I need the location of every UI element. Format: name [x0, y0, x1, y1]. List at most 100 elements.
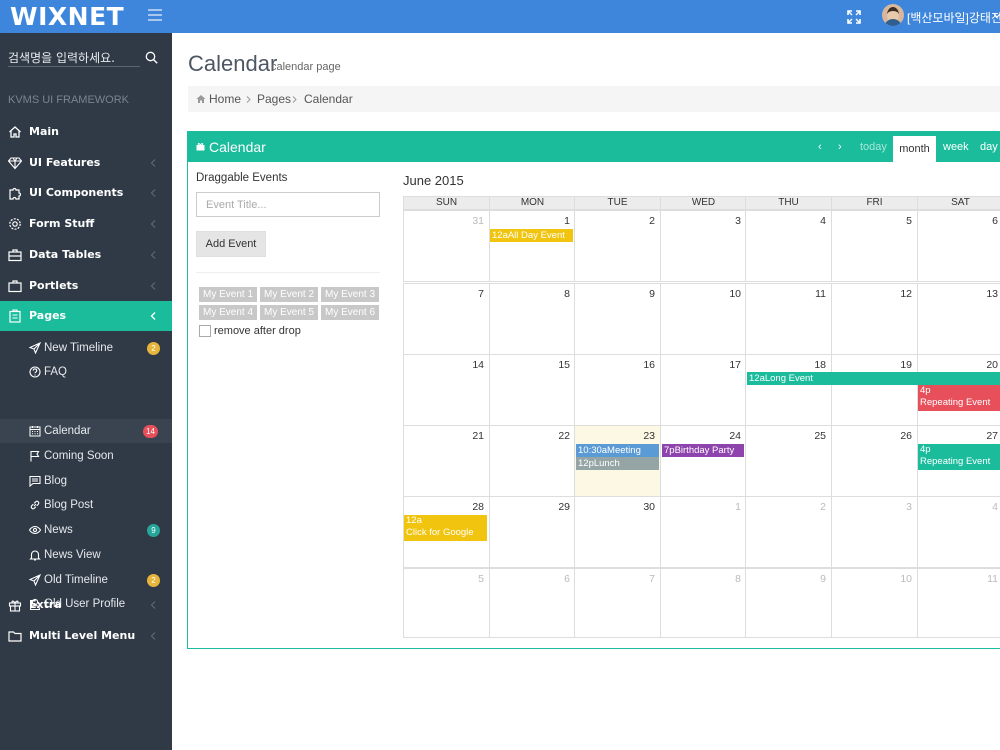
calendar-day-cell[interactable]: 14 [403, 354, 490, 426]
calendar-day-cell[interactable]: 8 [489, 283, 576, 355]
calendar-day-cell[interactable]: 9 [745, 568, 832, 638]
sidebar-subitem-calendar[interactable]: Calendar 14 [0, 419, 172, 443]
sidebar-item-portlets[interactable]: Portlets [0, 271, 172, 301]
sidebar-item-multi-level-menu[interactable]: Multi Level Menu [0, 621, 172, 651]
external-event[interactable]: My Event 2 [260, 287, 319, 302]
sidebar-item-extra[interactable]: Extra [0, 590, 172, 620]
calendar-day-cell[interactable]: 8 [660, 568, 747, 638]
sidebar-subitem-blog-post[interactable]: Blog Post [0, 493, 172, 517]
calendar-day-cell[interactable]: 15 [489, 354, 576, 426]
calendar-day-cell[interactable]: 3 [660, 210, 747, 282]
day-view-button[interactable]: day [980, 132, 998, 162]
brand-logo[interactable]: WIXNET [10, 2, 124, 31]
day-number: 9 [820, 573, 826, 585]
add-event-button[interactable]: Add Event [196, 231, 266, 257]
calendar-day-cell[interactable]: 2 [745, 496, 832, 568]
remove-after-drop-checkbox[interactable] [199, 325, 211, 337]
sidebar-subitem-new-timeline[interactable]: New Timeline 2 [0, 336, 172, 360]
breadcrumb-pages-link[interactable]: Pages [257, 92, 291, 106]
calendar-event[interactable]: 12aAll Day Event [490, 229, 573, 242]
search-icon[interactable] [145, 51, 158, 64]
search-input[interactable] [8, 49, 140, 67]
calendar-day-cell[interactable]: 2 [574, 210, 661, 282]
calendar-day-cell[interactable]: 18 [745, 354, 832, 426]
next-month-button[interactable]: › [838, 132, 852, 162]
sidebar-subitem-news[interactable]: News 9 [0, 518, 172, 542]
sidebar-subitem-news-view[interactable]: News View [0, 543, 172, 567]
calendar-event[interactable]: 10:30aMeeting [576, 444, 659, 457]
sidebar-subitem-blog[interactable]: Blog [0, 469, 172, 493]
external-event[interactable]: My Event 1 [199, 287, 258, 302]
sidebar-subitem-old-timeline[interactable]: Old Timeline 2 [0, 568, 172, 592]
count-badge: 2 [147, 342, 160, 355]
chevron-right-icon [246, 96, 251, 103]
calendar-day-cell[interactable]: 7 [574, 568, 661, 638]
remove-after-drop-label: remove after drop [214, 325, 301, 337]
prev-month-button[interactable]: ‹ [818, 132, 832, 162]
sidebar-subitem-coming-soon[interactable]: Coming Soon [0, 444, 172, 468]
day-number: 25 [814, 430, 826, 442]
calendar-event[interactable]: 12a Click for Google [404, 515, 487, 541]
day-number: 2 [649, 215, 655, 227]
sidebar-subitem-label: News [44, 524, 73, 536]
calendar-day-cell[interactable]: 31 [403, 210, 490, 282]
calendar-day-cell[interactable]: 11 [745, 283, 832, 355]
calendar-day-cell[interactable]: 11 [917, 568, 1000, 638]
calendar-day-cell[interactable]: 25 [745, 425, 832, 497]
calendar-day-cell[interactable]: 7 [403, 283, 490, 355]
calendar-day-cell[interactable]: 24 [660, 425, 747, 497]
calendar-day-cell[interactable]: 5 [831, 210, 918, 282]
chevron-down-icon[interactable] [994, 13, 1000, 19]
day-number: 16 [643, 359, 655, 371]
breadcrumb-home-link[interactable]: Home [209, 92, 241, 106]
calendar-day-cell[interactable]: 30 [574, 496, 661, 568]
calendar-event[interactable]: 4p Repeating Event [918, 444, 1000, 470]
calendar-event[interactable]: 12aLong Event [747, 372, 1000, 385]
calendar-day-cell[interactable]: 13 [917, 283, 1000, 355]
menu-toggle-icon[interactable] [148, 9, 162, 21]
month-view-button[interactable]: month [893, 136, 936, 162]
calendar-day-cell[interactable]: 19 [831, 354, 918, 426]
calendar-day-cell[interactable]: 9 [574, 283, 661, 355]
calendar-event[interactable]: 12pLunch [576, 457, 659, 470]
calendar-day-cell[interactable]: 5 [403, 568, 490, 638]
week-view-button[interactable]: week [943, 132, 969, 162]
user-name[interactable]: [백산모바일]강태진 [907, 9, 1000, 26]
external-event[interactable]: My Event 4 [199, 305, 258, 320]
calendar-day-cell[interactable]: 10 [660, 283, 747, 355]
sidebar-item-data-tables[interactable]: Data Tables [0, 240, 172, 270]
sidebar-subitem-faq[interactable]: FAQ [0, 360, 172, 384]
external-event[interactable]: My Event 6 [321, 305, 380, 320]
sidebar-item-ui-features[interactable]: UI Features [0, 148, 172, 178]
sidebar-item-pages[interactable]: Pages [0, 301, 172, 331]
sidebar-item-main[interactable]: Main [0, 117, 172, 147]
calendar-day-cell[interactable]: 6 [917, 210, 1000, 282]
calendar-day-cell[interactable]: 10 [831, 568, 918, 638]
calendar-event[interactable]: 7pBirthday Party [662, 444, 744, 457]
calendar-day-cell[interactable]: 16 [574, 354, 661, 426]
sidebar-item-form-stuff[interactable]: Form Stuff [0, 209, 172, 239]
calendar-day-cell[interactable]: 4 [745, 210, 832, 282]
calendar-day-cell[interactable]: 1 [660, 496, 747, 568]
today-button[interactable]: today [860, 132, 887, 162]
calendar-day-cell[interactable]: 6 [489, 568, 576, 638]
calendar-day-cell[interactable]: 1 [489, 210, 576, 282]
event-title-input[interactable] [196, 192, 380, 217]
external-event[interactable]: My Event 5 [260, 305, 319, 320]
sidebar-item-ui-components[interactable]: UI Components [0, 178, 172, 208]
chevron-left-icon [150, 189, 156, 197]
fullscreen-icon[interactable] [846, 9, 862, 25]
calendar-day-cell[interactable]: 29 [489, 496, 576, 568]
calendar-day-cell[interactable]: 4 [917, 496, 1000, 568]
calendar-day-cell[interactable]: 22 [489, 425, 576, 497]
day-number: 10 [729, 288, 741, 300]
calendar-day-cell[interactable]: 26 [831, 425, 918, 497]
calendar-day-cell[interactable]: 21 [403, 425, 490, 497]
calendar-day-cell[interactable]: 3 [831, 496, 918, 568]
calendar-day-cell[interactable]: 17 [660, 354, 747, 426]
calendar-day-cell[interactable]: 12 [831, 283, 918, 355]
external-event[interactable]: My Event 3 [321, 287, 380, 302]
calendar-event[interactable]: 4p Repeating Event [918, 385, 1000, 411]
avatar[interactable] [882, 4, 904, 26]
chevron-left-icon [150, 601, 156, 609]
